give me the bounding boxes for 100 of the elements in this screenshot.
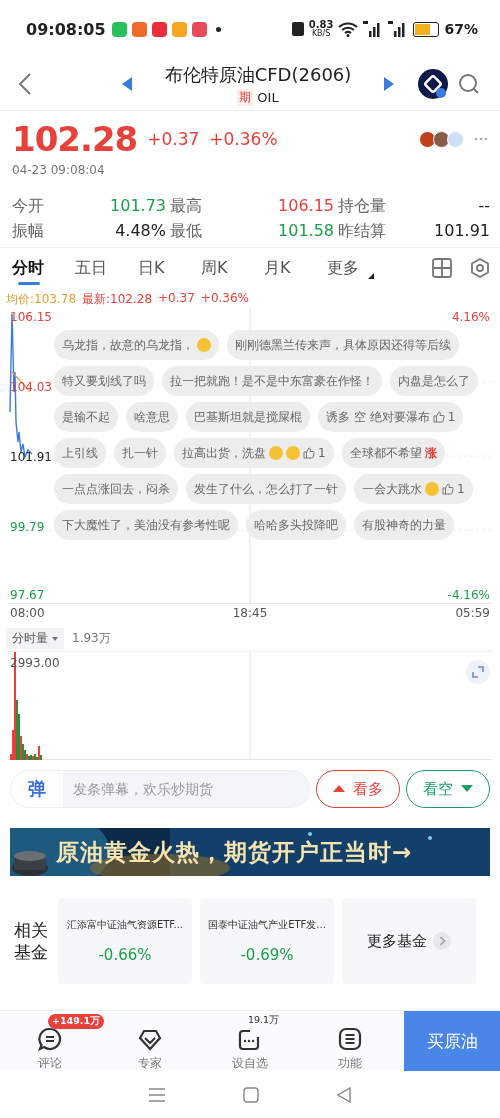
volume-total: 1.93万 [72,630,111,647]
stat-label: 昨结算 [338,221,387,242]
settings-icon[interactable] [470,258,490,278]
danmaku-bubble[interactable]: 有股神奇的力量 [354,510,454,540]
triangle-down-icon [461,785,473,793]
back-icon[interactable] [18,73,32,95]
menu-icon[interactable] [149,1087,165,1102]
stat-label: 持仓量 [338,196,387,217]
stat-label: 最高 [170,196,203,217]
battery-percent: 67% [444,21,478,37]
diamond-check-icon [138,1027,162,1051]
chart-tab[interactable]: 日K [138,249,201,287]
summary-change: +0.37 [158,291,195,305]
price-axis-label: 99.79 [10,520,45,534]
fund-change: -0.66% [98,946,152,964]
danmaku-bubble[interactable]: 扎一针 [114,438,166,468]
fund-name: 国泰中证油气产业ETF发... [208,918,326,932]
fund-change: -0.69% [240,946,294,964]
battery-icon [413,21,440,37]
time-axis-label: 18:45 [232,606,268,622]
more-funds-card[interactable]: 更多基金 [342,898,476,984]
expand-icon[interactable] [466,660,490,684]
danmaku-bubble[interactable]: 是输不起 [54,402,118,432]
danmaku-bubble[interactable]: 巴基斯坦就是搅屎棍 [186,402,310,432]
instrument-title: 布伦特原油CFD(2606) [164,62,352,87]
instrument-code: OIL [257,89,279,105]
status-time: 09:08:05 [26,19,106,39]
nav-item[interactable]: 功能 [300,1011,400,1071]
danmaku-bubble[interactable]: 拉一把就跑！是不是中东富豪在作怪！ [162,366,382,396]
stat-label: 振幅 [12,221,45,242]
danmaku-bubble[interactable]: 特又要划线了吗 [54,366,154,396]
volume-selector[interactable]: 分时量 [6,628,64,649]
bearish-button[interactable]: 看空 [406,770,490,808]
layout-grid-icon[interactable] [432,258,452,278]
average-price: 均价:103.78 [6,291,77,305]
thumbs-up-icon [442,483,454,495]
stat-value: 101.91 [433,221,490,242]
danmaku-bubble[interactable]: 哈哈多头投降吧 [246,510,346,540]
search-icon[interactable] [458,73,480,95]
more-icon[interactable] [474,137,488,141]
previous-icon[interactable] [122,77,132,91]
thumbs-up-icon [432,411,445,423]
fund-card[interactable]: 汇添富中证油气资源ETF... -0.66% [58,898,192,984]
chart-tab[interactable]: 五日 [75,249,138,287]
chart-tab[interactable]: 更多 [327,249,390,287]
last-price: 102.28 [12,119,138,159]
fund-name: 汇添富中证油气资源ETF... [66,918,184,932]
danmaku-bubble[interactable]: 刚刚德黑兰传来声，具体原因还得等后续 [227,330,459,360]
stat-label: 今开 [12,196,45,217]
more-funds-label: 更多基金 [367,931,427,951]
dot-icon [215,26,221,32]
danmaku-bubble[interactable]: 下大魔性了，美油没有参考性呢 [54,510,238,540]
triangle-up-icon [333,785,345,793]
chart-tab[interactable]: 周K [201,249,264,287]
price-axis-label: 97.67 [10,588,45,602]
wifi-icon [338,21,359,37]
time-axis-label: 08:00 [10,606,45,622]
price-change: +0.37 [147,129,200,149]
futures-tag: 期 [237,88,254,106]
bullish-button[interactable]: 看多 [316,770,400,808]
danmaku-bubble[interactable]: 内盘是怎么了 [390,366,478,396]
stat-label: 最低 [170,221,203,242]
percent-axis-label: 4.16% [451,310,490,324]
danmaku-bubble[interactable]: 拉高出货，洗盘 1 [174,438,334,468]
danmaku-bubble[interactable]: 全球都不希望 涨 [341,438,445,468]
time-axis-label: 05:59 [455,606,490,622]
danmaku-bubble[interactable]: 一会大跳水 1 [354,474,473,504]
chart-tab[interactable]: 月K [264,249,327,287]
menu-icon [338,1027,362,1051]
user-avatar[interactable] [419,130,436,148]
fund-card[interactable]: 国泰中证油气产业ETF发... -0.69% [200,898,334,984]
count-label: 19.1万 [248,1014,280,1027]
next-icon[interactable] [384,77,394,91]
percent-axis-label: -4.16% [447,588,490,602]
stat-value: 106.15 [277,196,334,217]
section-title: 相关基金 [14,918,49,964]
stat-value: 101.73 [109,196,166,217]
app-icon [171,21,187,37]
danmaku-bubble[interactable]: 诱多 空 绝对要瀑布 1 [318,402,464,432]
stat-value: -- [477,196,490,217]
banner-text[interactable]: 原油黄金火热，期货开户正当时→ [56,837,413,868]
user-avatar[interactable] [433,130,450,148]
ai-assistant-icon[interactable] [418,69,448,99]
home-icon[interactable] [243,1086,259,1103]
add-watchlist-icon [238,1027,262,1051]
danmaku-bubble[interactable]: 上引线 [54,438,106,468]
price-axis-label: 101.91 [10,450,52,464]
chart-tab[interactable]: 分时 [12,249,75,287]
latest-price: 最新:102.28 [82,291,153,305]
summary-change-percent: +0.36% [200,291,250,305]
stat-value: 101.58 [277,221,334,242]
back-icon[interactable] [337,1086,351,1103]
stat-value: 4.48% [114,221,166,242]
danmaku-bubble[interactable]: 啥意思 [126,402,178,432]
nav-item[interactable]: 19.1万 设自选 [200,1011,300,1071]
danmaku-bubble[interactable]: 乌龙指，故意的乌龙指， [54,330,219,360]
danmaku-bubble[interactable]: 发生了什么，怎么打了一针 [186,474,346,504]
danmaku-bubble[interactable]: 一点点涨回去，闷杀 [54,474,178,504]
buy-button[interactable]: 买原油 [404,1011,500,1071]
comment-icon [38,1027,62,1051]
